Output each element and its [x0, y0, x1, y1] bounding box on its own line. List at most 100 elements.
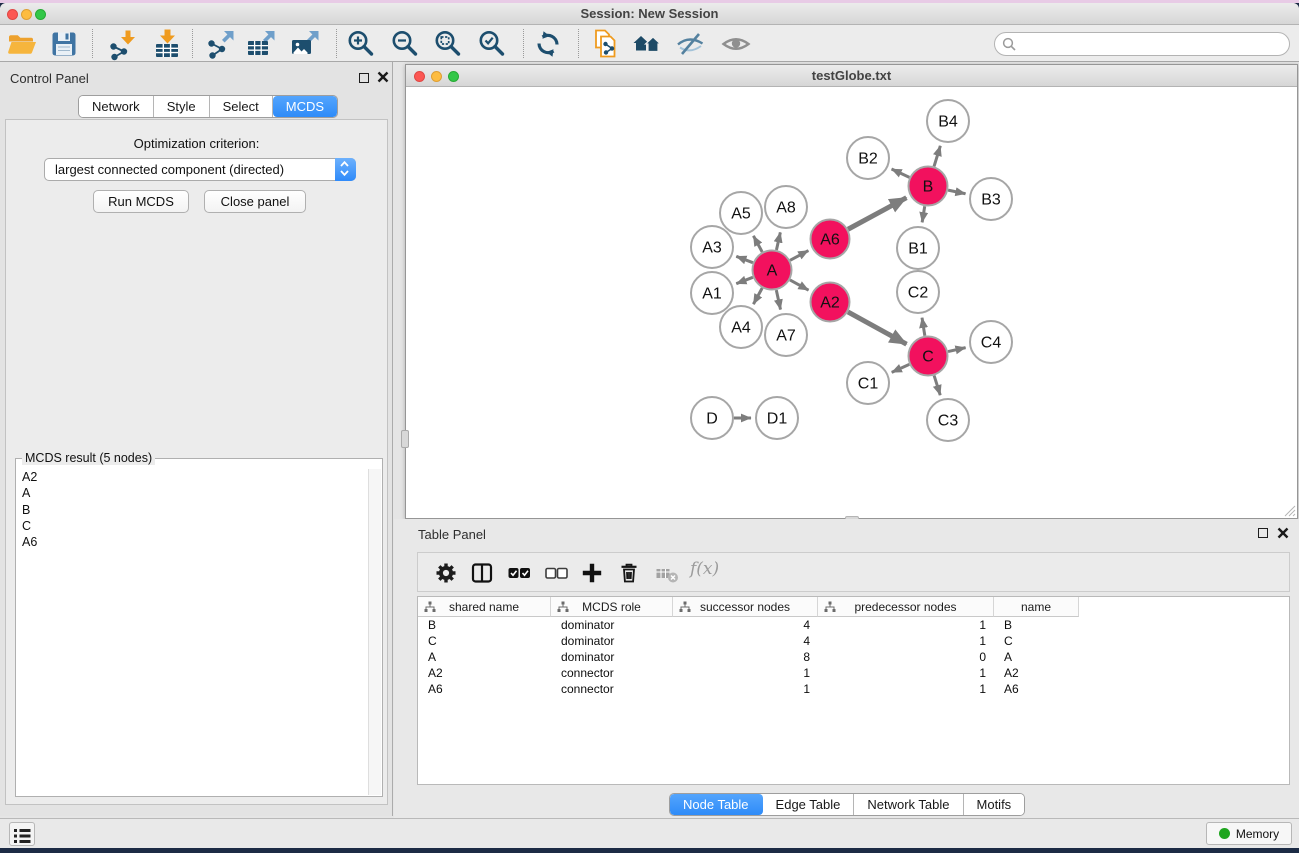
import-network-icon[interactable] — [105, 27, 139, 61]
close-network-button[interactable] — [414, 71, 425, 82]
table-cell[interactable]: 4 — [673, 633, 818, 649]
network-graph[interactable]: AA1A2A3A4A5A6A7A8BB1B2B3B4CC1C2C3C4DD1 — [406, 87, 1297, 518]
resize-grip-icon[interactable] — [1282, 503, 1296, 517]
open-session-icon[interactable] — [5, 27, 39, 61]
graph-edge-A-A5[interactable] — [753, 236, 762, 252]
search-input[interactable] — [994, 32, 1290, 56]
table-cell[interactable]: 1 — [818, 665, 994, 681]
panel-divider-handle[interactable] — [401, 430, 409, 448]
table-cell[interactable]: A6 — [418, 681, 551, 697]
column-header[interactable]: name — [994, 597, 1079, 617]
tab-select[interactable]: Select — [210, 96, 273, 117]
table-cell[interactable]: A — [994, 649, 1079, 665]
graph-edge-A2-C[interactable] — [848, 312, 907, 344]
zoom-fit-icon[interactable] — [431, 27, 465, 61]
graph-edge-A-A1[interactable] — [736, 277, 753, 283]
graph-edge-B-B2[interactable] — [892, 169, 910, 177]
table-cell[interactable]: A2 — [418, 665, 551, 681]
float-panel-icon[interactable] — [359, 73, 369, 83]
save-session-icon[interactable] — [47, 27, 81, 61]
close-table-panel-icon[interactable] — [1277, 527, 1289, 539]
column-header[interactable]: predecessor nodes — [818, 597, 994, 617]
criterion-dropdown[interactable]: largest connected component (directed) — [44, 158, 356, 181]
zoom-selected-icon[interactable] — [475, 27, 509, 61]
run-mcds-button[interactable]: Run MCDS — [93, 190, 189, 213]
table-cell[interactable]: dominator — [551, 617, 673, 633]
function-builder-icon[interactable]: f(x) — [690, 559, 719, 579]
table-cell[interactable]: A — [418, 649, 551, 665]
show-details-icon[interactable] — [719, 27, 753, 61]
graph-edge-A-A4[interactable] — [753, 288, 762, 304]
zoom-in-icon[interactable] — [344, 27, 378, 61]
tab-mcds[interactable]: MCDS — [273, 96, 337, 117]
delete-selected-icon[interactable] — [616, 560, 642, 586]
result-item[interactable]: A6 — [22, 534, 367, 550]
graph-edge-C-C4[interactable] — [948, 348, 966, 352]
graph-edge-A-A6[interactable] — [790, 251, 808, 261]
table-cell[interactable]: 1 — [818, 617, 994, 633]
table-cell[interactable]: 8 — [673, 649, 818, 665]
close-window-button[interactable] — [7, 9, 18, 20]
export-image-icon[interactable] — [288, 27, 322, 61]
export-network-icon[interactable] — [203, 27, 237, 61]
graph-edge-A6-B[interactable] — [848, 198, 906, 230]
table-cell[interactable]: 1 — [818, 681, 994, 697]
table-cell[interactable]: 1 — [673, 681, 818, 697]
table-cell[interactable]: connector — [551, 665, 673, 681]
delete-table-icon[interactable] — [654, 560, 680, 586]
table-cell[interactable]: A6 — [994, 681, 1079, 697]
result-item[interactable]: A2 — [22, 469, 367, 485]
table-cell[interactable]: C — [418, 633, 551, 649]
select-all-icon[interactable] — [506, 560, 532, 586]
column-header[interactable]: shared name — [418, 597, 551, 617]
result-item[interactable]: C — [22, 518, 367, 534]
graph-edge-B-B3[interactable] — [948, 190, 965, 194]
refresh-layout-icon[interactable] — [531, 27, 565, 61]
table-cell[interactable]: A2 — [994, 665, 1079, 681]
graph-edge-B-B4[interactable] — [934, 146, 940, 167]
table-cell[interactable]: 0 — [818, 649, 994, 665]
mcds-result-list[interactable]: A2ABCA6 — [18, 469, 367, 794]
tab-node-table[interactable]: Node Table — [670, 794, 763, 815]
graph-edge-A-A2[interactable] — [790, 280, 809, 290]
table-row[interactable]: Bdominator41B — [418, 617, 1289, 633]
zoom-out-icon[interactable] — [388, 27, 422, 61]
result-item[interactable]: B — [22, 502, 367, 518]
graph-edge-C-C1[interactable] — [892, 364, 910, 372]
float-table-panel-icon[interactable] — [1258, 528, 1268, 538]
column-header[interactable]: successor nodes — [673, 597, 818, 617]
tab-style[interactable]: Style — [154, 96, 210, 117]
close-panel-icon[interactable] — [377, 71, 389, 83]
graph-edge-B-B1[interactable] — [922, 206, 925, 222]
split-panel-icon[interactable] — [469, 560, 495, 586]
table-cell[interactable]: dominator — [551, 649, 673, 665]
graph-edge-C-C3[interactable] — [934, 376, 940, 396]
deselect-all-icon[interactable] — [543, 560, 569, 586]
table-row[interactable]: Adominator80A — [418, 649, 1289, 665]
maximize-network-button[interactable] — [448, 71, 459, 82]
table-cell[interactable]: C — [994, 633, 1079, 649]
import-table-icon[interactable] — [150, 27, 184, 61]
table-cell[interactable]: 4 — [673, 617, 818, 633]
table-row[interactable]: Cdominator41C — [418, 633, 1289, 649]
result-scrollbar[interactable] — [368, 469, 381, 795]
hide-details-icon[interactable] — [673, 27, 707, 61]
close-panel-button[interactable]: Close panel — [204, 190, 306, 213]
table-row[interactable]: A2connector11A2 — [418, 665, 1289, 681]
column-header[interactable]: MCDS role — [551, 597, 673, 617]
result-item[interactable]: A — [22, 485, 367, 501]
table-row[interactable]: A6connector11A6 — [418, 681, 1289, 697]
table-cell[interactable]: B — [418, 617, 551, 633]
table-cell[interactable]: B — [994, 617, 1079, 633]
memory-button[interactable]: Memory — [1206, 822, 1292, 845]
table-cell[interactable]: 1 — [818, 633, 994, 649]
add-column-icon[interactable] — [579, 560, 605, 586]
graph-edge-C-C2[interactable] — [922, 318, 925, 336]
table-cell[interactable]: connector — [551, 681, 673, 697]
new-network-icon[interactable] — [588, 27, 622, 61]
minimize-window-button[interactable] — [21, 9, 32, 20]
task-history-button[interactable] — [9, 822, 35, 846]
graph-edge-A-A7[interactable] — [776, 290, 780, 310]
graph-edge-A-A3[interactable] — [736, 256, 753, 262]
export-table-icon[interactable] — [244, 27, 278, 61]
